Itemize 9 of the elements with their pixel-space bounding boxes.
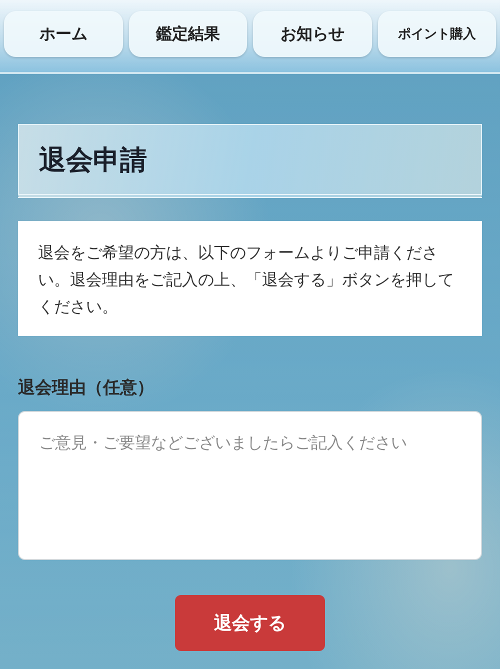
nav-tab[interactable]: お知らせ bbox=[253, 11, 372, 57]
withdraw-button[interactable]: 退会する bbox=[175, 595, 325, 651]
reason-field[interactable]: ご意見・ご要望などございましたらご記入ください bbox=[18, 411, 482, 560]
nav-tab[interactable]: ホーム bbox=[4, 11, 122, 57]
nav-tab[interactable]: ポイント購入 bbox=[378, 11, 496, 57]
page-title: 退会申請 bbox=[18, 124, 482, 198]
field-label: 退会理由（任意） bbox=[18, 377, 155, 399]
intro-text: 退会をご希望の方は、以下のフォームよりご申請ください。退会理由をご記入の上、「退会する」ボタンを押してください。 bbox=[18, 221, 482, 336]
nav-tab[interactable]: 鑑定結果 bbox=[128, 11, 247, 57]
